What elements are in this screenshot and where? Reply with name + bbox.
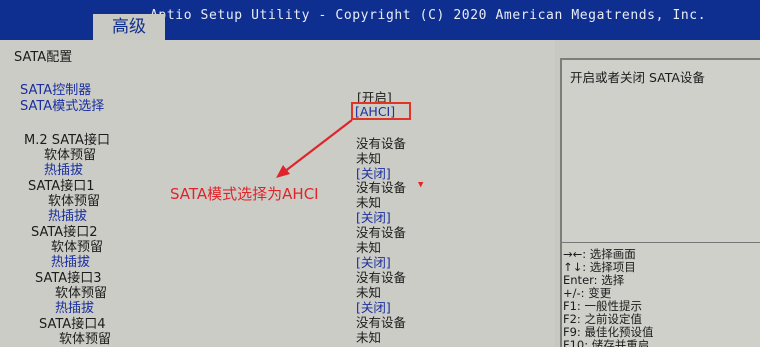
annotation-label: SATA模式选择为AHCI: [170, 185, 319, 203]
help-divider: [562, 242, 760, 243]
bios-screen: Aptio Setup Utility - Copyright (C) 2020…: [0, 0, 760, 347]
annotation-arrow-icon: [276, 119, 353, 178]
cursor-marker-icon: ▼: [418, 180, 424, 190]
help-description: 开启或者关闭 SATA设备: [570, 70, 705, 85]
help-key-item: F10: 储存并重启: [563, 338, 650, 347]
